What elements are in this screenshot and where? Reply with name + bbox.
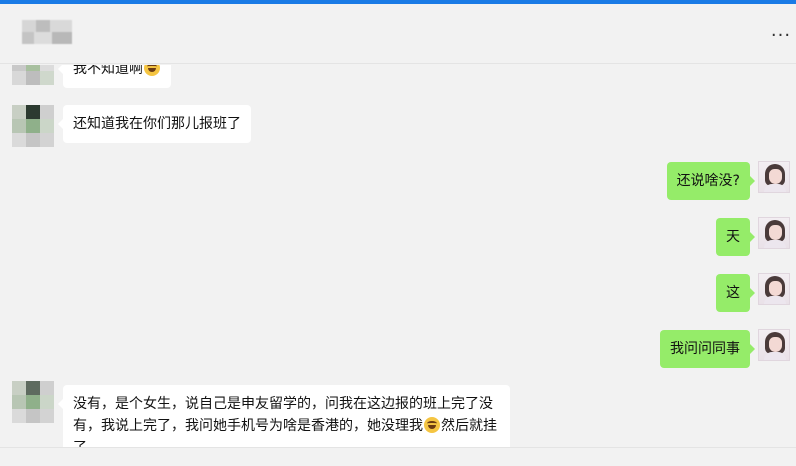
- contact-avatar[interactable]: [12, 105, 54, 147]
- user-avatar[interactable]: [758, 329, 790, 361]
- message-input-area[interactable]: [0, 447, 796, 466]
- message-text: 还知道我在你们那儿报班了: [73, 116, 241, 132]
- message-bubble-outgoing[interactable]: 这: [716, 274, 755, 312]
- user-avatar[interactable]: [758, 273, 790, 305]
- laughing-face-icon: [144, 65, 160, 76]
- message-bubble-outgoing[interactable]: 天: [716, 218, 755, 256]
- more-options-button[interactable]: ...: [770, 22, 792, 42]
- chat-header: ...: [0, 4, 796, 64]
- message-bubble-outgoing[interactable]: 还说啥没?: [666, 162, 756, 200]
- chat-title-blurred: [22, 20, 72, 44]
- user-avatar[interactable]: [758, 217, 790, 249]
- message-text: 我不知道啊: [73, 65, 143, 77]
- message-list[interactable]: 我不知道啊 还知道我在你们那儿报班了 还说啥没? 天 这 我问问同事 没有，是个…: [0, 65, 796, 447]
- message-bubble-incoming[interactable]: 我不知道啊: [58, 65, 171, 88]
- message-text: 还说啥没?: [676, 173, 740, 189]
- contact-avatar[interactable]: [12, 65, 54, 85]
- contact-avatar[interactable]: [12, 381, 54, 423]
- message-bubble-outgoing[interactable]: 我问问同事: [660, 330, 755, 368]
- laughing-face-icon: [424, 417, 440, 433]
- message-bubble-incoming[interactable]: 没有，是个女生，说自己是申友留学的，问我在这边报的班上完了没有，我说上完了，我问…: [58, 385, 510, 447]
- message-text: 天: [726, 229, 740, 245]
- user-avatar[interactable]: [758, 161, 790, 193]
- message-text: 这: [726, 285, 740, 301]
- message-bubble-incoming[interactable]: 还知道我在你们那儿报班了: [58, 105, 251, 143]
- message-text: 我问问同事: [670, 341, 740, 357]
